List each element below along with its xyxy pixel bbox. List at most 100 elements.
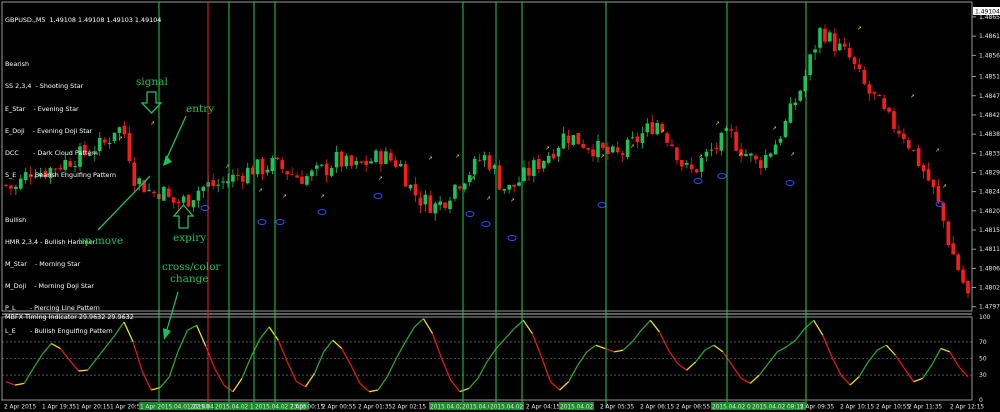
oscillator-segment	[840, 374, 851, 386]
time-tick-label: 2015.04.02	[560, 405, 594, 411]
oscillator-segment	[159, 376, 170, 388]
candle-body	[709, 149, 714, 151]
candle-body	[916, 148, 921, 167]
oscillator-segment	[32, 353, 43, 369]
candle-body	[196, 190, 201, 201]
candle-body	[842, 43, 847, 47]
candle-body	[305, 176, 309, 185]
time-tick-label: 2015.04.02 08:15	[752, 405, 804, 411]
oscillator-segment	[304, 373, 316, 388]
candle-body	[551, 153, 556, 159]
candle-body	[689, 164, 694, 170]
candle-body	[754, 155, 758, 160]
candle-body	[699, 158, 704, 172]
candle-body	[537, 158, 541, 169]
candle-body	[443, 202, 447, 209]
time-tick-label: 2 Apr 10:15	[840, 405, 874, 411]
candle-body	[724, 128, 729, 131]
bearish-item: S_E - Bearish Engulfing Pattern	[5, 171, 117, 180]
oscillator-segment	[332, 339, 343, 350]
candle-body	[576, 132, 581, 145]
pattern-marker: ↗	[545, 146, 550, 152]
candle-body	[497, 165, 502, 190]
candle-body	[507, 184, 511, 190]
oscillator-segment	[386, 358, 397, 378]
candle-body	[571, 135, 576, 145]
bullish-item: P_L - Piercing Line Pattern	[5, 304, 100, 313]
bullish-pattern-marker	[507, 235, 517, 241]
time-axis: 2 Apr 2015 1 Apr 19:35 1 Apr 20:15 1 Apr 20…	[4, 402, 984, 411]
bullish-pattern-marker	[481, 221, 491, 227]
candle-body	[329, 167, 334, 176]
candle-body	[403, 163, 408, 187]
bullish-pattern-marker	[275, 219, 285, 225]
oscillator-segment	[168, 349, 180, 377]
candle-body	[477, 159, 482, 161]
price-tick-label: 1.48565	[979, 52, 1000, 59]
candle-body	[393, 160, 398, 167]
bullish-pattern-marker	[785, 180, 795, 186]
pattern-marker: ↗	[258, 188, 263, 194]
oscillator-segment	[141, 370, 152, 391]
candle-body	[719, 132, 724, 151]
candle-body	[729, 129, 733, 131]
oscillator-segment	[87, 358, 98, 371]
bullish-pattern-marker	[317, 209, 327, 215]
oscillator-segment	[813, 319, 824, 336]
candle-body	[685, 163, 689, 165]
time-tick-label: 2 Apr 05:35	[600, 405, 634, 411]
bearish-item: E_Star - Evening Star	[5, 104, 79, 113]
oscillator-segment	[795, 328, 806, 341]
time-tick-label: 2 Apr 06:15	[640, 405, 674, 411]
candle-body	[418, 197, 423, 206]
candle-body	[428, 195, 433, 213]
candle-body	[216, 184, 220, 186]
pattern-marker: ↗	[600, 154, 605, 160]
candle-body	[620, 153, 625, 155]
candle-body	[857, 64, 862, 69]
chart-symbol-line: GBPUSD.,M5 1.49108 1.49108 1.49103 1.491…	[5, 15, 162, 24]
candle-body	[285, 171, 289, 175]
bullish-title: Bullish	[5, 215, 27, 224]
candle-body	[828, 32, 832, 42]
oscillator-segment	[359, 382, 370, 393]
price-tick-label: 1.48380	[979, 131, 1000, 138]
oscillator-segment	[786, 339, 796, 348]
candle-body	[759, 160, 763, 168]
time-tick-label: 2 Apr 02:15	[392, 405, 426, 411]
bullish-item: M_Doji - Morning Doji Star	[5, 282, 94, 291]
price-tick-label: 1.48155	[979, 227, 1000, 234]
candle-body	[315, 165, 319, 169]
indicator-tick-label: 70	[979, 339, 987, 346]
oscillator-segment	[214, 368, 225, 386]
oscillator-segment	[649, 319, 660, 333]
candle-body	[186, 194, 191, 207]
candle-body	[818, 28, 822, 48]
candle-body	[926, 169, 931, 181]
candle-body	[379, 151, 383, 165]
candle-body	[763, 155, 768, 168]
oscillator-segment	[350, 364, 361, 384]
candle-body	[546, 155, 551, 163]
candle-body	[290, 174, 294, 176]
candle-body	[231, 174, 235, 182]
candle-body	[823, 28, 827, 42]
candle-body	[808, 54, 812, 76]
candle-body	[798, 90, 803, 101]
oscillator-segment	[477, 361, 488, 379]
oscillator-segment	[51, 342, 61, 350]
oscillator-segment	[323, 339, 334, 353]
oscillator-segment	[531, 333, 543, 358]
price-tick-label: 1.48290	[979, 169, 1000, 176]
pattern-marker: ↗	[470, 176, 475, 182]
candle-body	[852, 57, 857, 64]
pattern-marker: ↗	[510, 198, 515, 204]
price-tick-label: 1.48245	[979, 189, 1000, 196]
candle-body	[334, 151, 339, 168]
candle-body	[931, 179, 936, 188]
oscillator-segment	[667, 349, 679, 364]
time-tick-label: 2 Apr 11:35	[908, 405, 942, 411]
candle-body	[408, 184, 413, 189]
oscillator-segment	[341, 348, 352, 366]
oscillator-segment	[686, 361, 697, 371]
